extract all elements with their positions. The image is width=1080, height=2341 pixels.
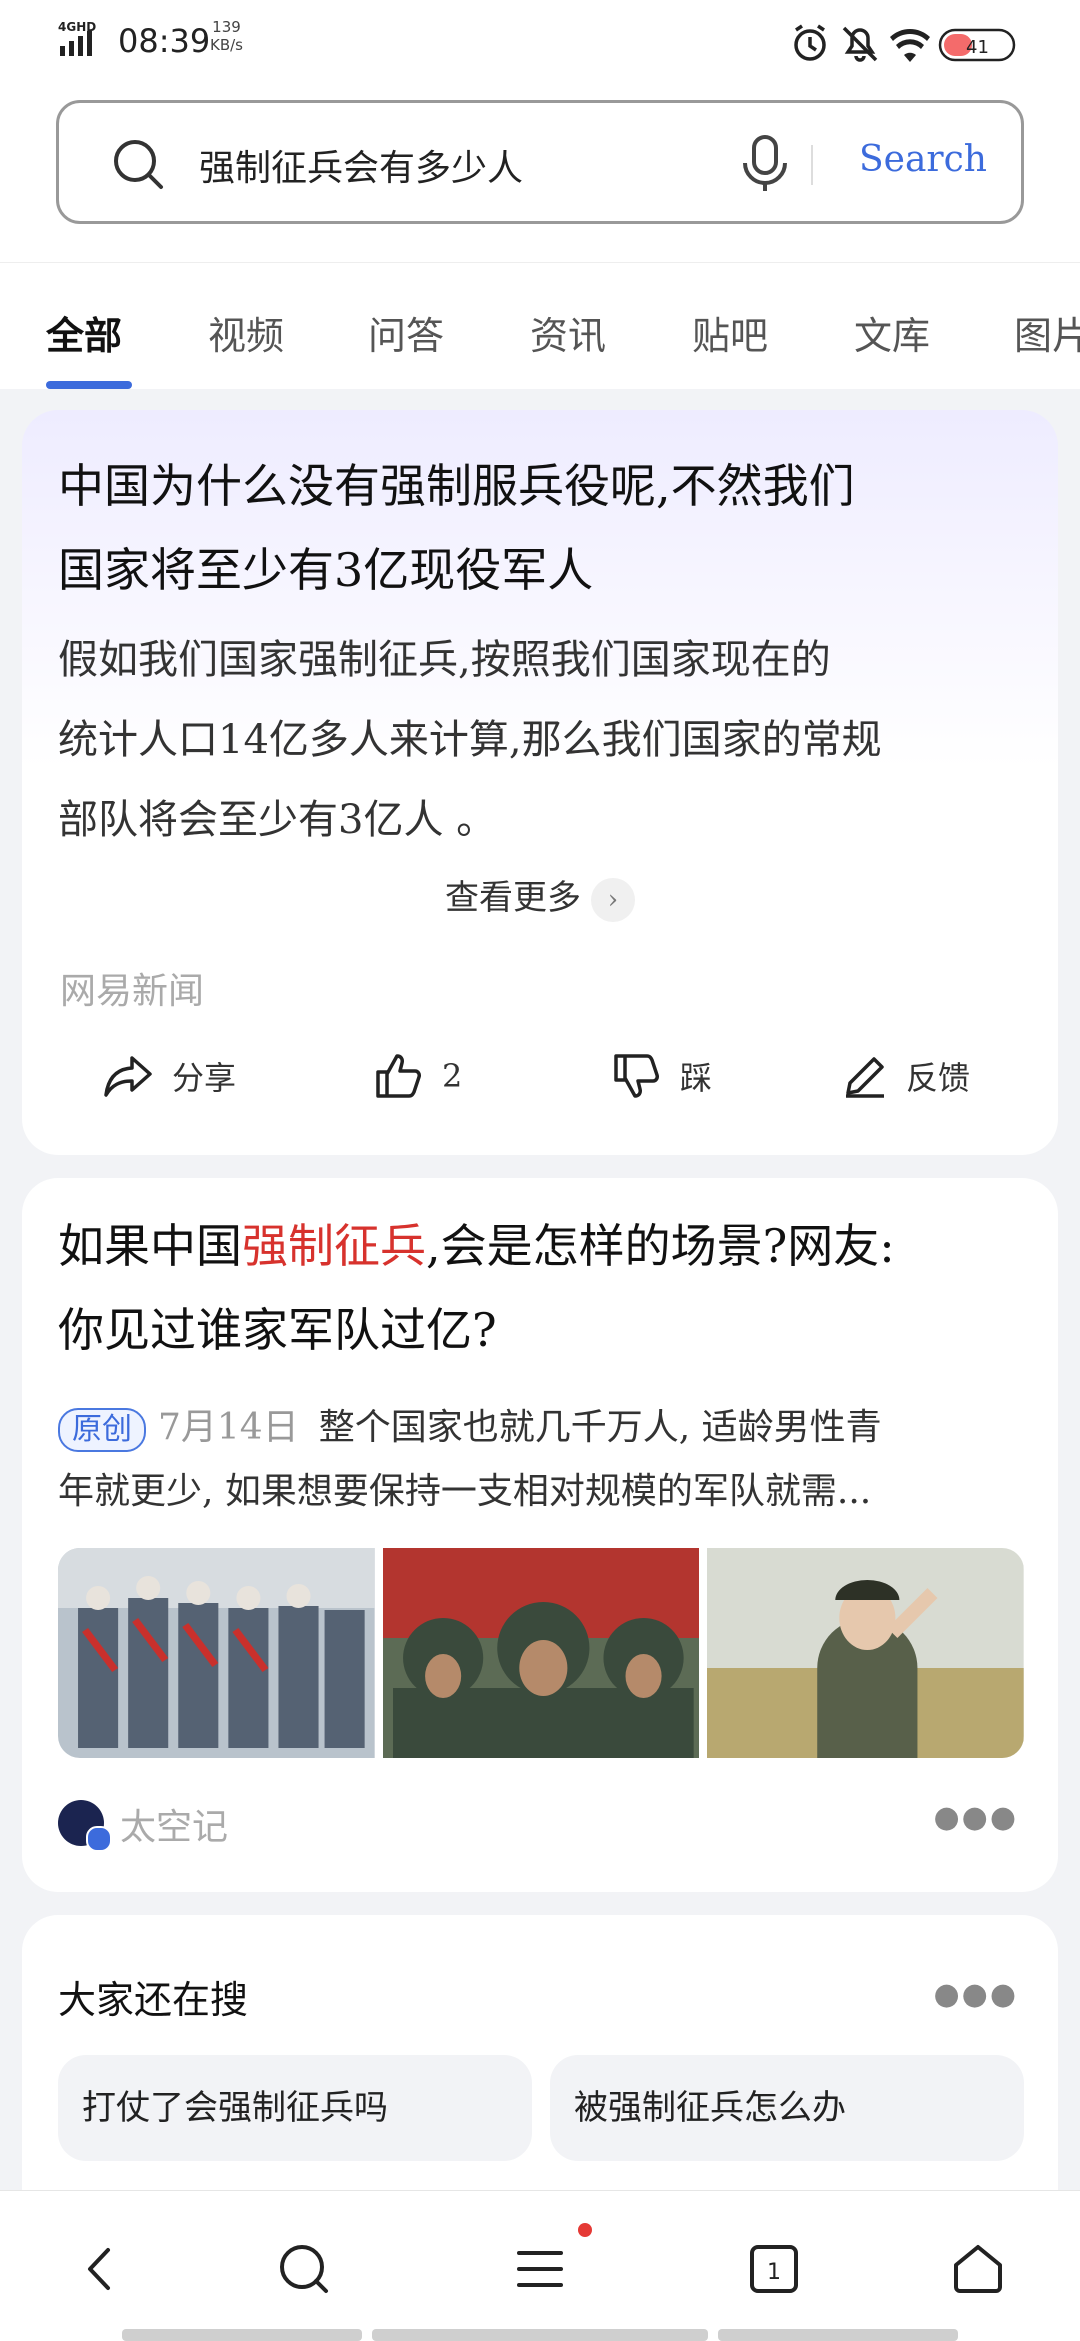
- thumbnail-image[interactable]: [382, 1548, 700, 1758]
- svg-text:1: 1: [767, 2260, 781, 2285]
- original-badge: 原创: [58, 1408, 146, 1452]
- highlight-keyword: 强制征兵: [242, 1219, 426, 1273]
- publish-date: 7月14日: [158, 1407, 299, 1448]
- mute-icon: [842, 26, 878, 62]
- tab-news[interactable]: 资讯: [530, 305, 606, 360]
- search-nav-button[interactable]: [274, 2239, 334, 2299]
- status-icons: 41: [790, 22, 1044, 62]
- gesture-bar: [122, 2329, 362, 2341]
- result-card[interactable]: 如果中国强制征兵,会是怎样的场景?网友: 你见过谁家军队过亿? 原创 7月14日整…: [22, 1178, 1058, 1892]
- tab-all[interactable]: 全部: [46, 305, 122, 360]
- result-source: 网易新闻: [60, 971, 205, 1012]
- search-button[interactable]: Search: [859, 139, 987, 180]
- home-icon: [954, 2245, 1002, 2293]
- feedback-button[interactable]: 反馈: [842, 1050, 970, 1102]
- share-button[interactable]: 分享: [102, 1050, 236, 1102]
- status-time: 08:39: [118, 22, 211, 60]
- divider: [811, 145, 813, 185]
- thumbs-up-icon: [376, 1054, 421, 1098]
- tabs-button[interactable]: 1: [744, 2239, 804, 2299]
- search-icon: [280, 2245, 328, 2293]
- gesture-bar: [718, 2329, 958, 2341]
- share-icon: [104, 1056, 152, 1097]
- tab-qa[interactable]: 问答: [368, 305, 444, 360]
- tabs-icon: 1: [750, 2245, 798, 2293]
- result-title[interactable]: 中国为什么没有强制服兵役呢,不然我们 国家将至少有3亿现役军人: [58, 444, 855, 612]
- home-button[interactable]: [948, 2239, 1008, 2299]
- active-tab-indicator: [46, 381, 132, 389]
- alarm-icon: [794, 24, 826, 61]
- tab-wenku[interactable]: 文库: [854, 305, 930, 360]
- related-search-item[interactable]: 打仗了会强制征兵吗: [58, 2055, 532, 2161]
- status-bar: 4GHD 08:39 139 KB/s 41: [0, 0, 1080, 90]
- svg-text:41: 41: [966, 37, 989, 58]
- pencil-icon: [846, 1057, 884, 1098]
- result-meta: 原创 7月14日 整个国家也就几千万人, 适龄男性青: [58, 1396, 1028, 1460]
- tab-video[interactable]: 视频: [208, 305, 284, 360]
- gesture-bar: [372, 2329, 708, 2341]
- verified-icon: [86, 1826, 112, 1852]
- image-strip: [58, 1548, 1025, 1758]
- result-snippet: 假如我们国家强制征兵,按照我们国家现在的 统计人口14亿多人来计算,那么我们国家…: [58, 637, 882, 843]
- search-bar[interactable]: 强制征兵会有多少人 Search: [56, 100, 1024, 224]
- section-title: 大家还在搜: [58, 1978, 249, 2022]
- like-button[interactable]: 2: [374, 1050, 462, 1102]
- thumbs-down-icon: [614, 1054, 659, 1098]
- search-icon: [111, 137, 167, 197]
- tab-tieba[interactable]: 贴吧: [692, 305, 768, 360]
- chevron-right-icon: ›: [591, 878, 635, 922]
- result-snippet: 年就更少, 如果想要保持一支相对规模的军队就需...: [58, 1471, 872, 1512]
- menu-button[interactable]: [510, 2239, 570, 2299]
- view-more-button[interactable]: 查看更多 ›: [22, 870, 1058, 922]
- menu-icon: [517, 2251, 563, 2287]
- thumbnail-image[interactable]: [707, 1548, 1025, 1758]
- bottom-nav: 1: [0, 2190, 1080, 2341]
- search-input[interactable]: 强制征兵会有多少人: [199, 139, 523, 191]
- back-button[interactable]: [70, 2239, 130, 2299]
- result-title[interactable]: 如果中国强制征兵,会是怎样的场景?网友: 你见过谁家军队过亿?: [58, 1204, 895, 1372]
- more-icon[interactable]: ●●●: [933, 1800, 1018, 1835]
- microphone-icon[interactable]: [739, 133, 791, 197]
- related-search-item[interactable]: 被强制征兵怎么办: [550, 2055, 1024, 2161]
- wifi-icon: [890, 29, 930, 62]
- signal-icon: 4GHD: [58, 18, 104, 62]
- result-card[interactable]: 中国为什么没有强制服兵役呢,不然我们 国家将至少有3亿现役军人 假如我们国家强制…: [22, 410, 1058, 1155]
- tab-images[interactable]: 图片: [1014, 305, 1080, 360]
- category-tabs: 全部 视频 问答 资讯 贴吧 文库 图片: [0, 262, 1080, 389]
- back-icon: [88, 2248, 110, 2290]
- battery-icon: 41: [938, 28, 1016, 62]
- search-header: 强制征兵会有多少人 Search: [0, 90, 1080, 262]
- thumbnail-image[interactable]: [58, 1548, 375, 1758]
- author-name[interactable]: 太空记: [120, 1798, 228, 1850]
- dislike-button[interactable]: 踩: [612, 1050, 712, 1102]
- notification-dot: [578, 2223, 592, 2237]
- more-icon[interactable]: ●●●: [933, 1977, 1018, 2012]
- network-speed: 139 KB/s: [210, 18, 243, 54]
